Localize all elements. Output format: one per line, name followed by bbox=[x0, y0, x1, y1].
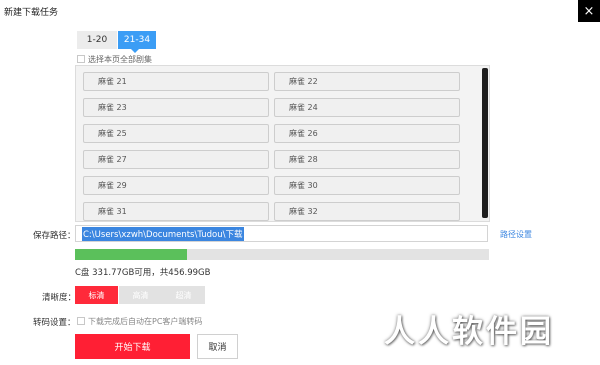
episode-button-24[interactable]: 麻雀 24 bbox=[274, 98, 460, 117]
transcode-option-text: 下载完成后自动在PC客户端转码 bbox=[88, 317, 203, 326]
episode-button-30[interactable]: 麻雀 30 bbox=[274, 176, 460, 195]
quality-label: 清晰度： bbox=[42, 293, 77, 303]
quality-high-button[interactable]: 高清 bbox=[119, 286, 162, 304]
transcode-checkbox[interactable] bbox=[77, 317, 85, 325]
episode-button-25[interactable]: 麻雀 25 bbox=[83, 124, 269, 143]
quality-standard-button[interactable]: 标清 bbox=[75, 286, 118, 304]
episode-button-23[interactable]: 麻雀 23 bbox=[83, 98, 269, 117]
disk-space-info: C盘 331.77GB可用，共456.99GB bbox=[75, 268, 211, 278]
select-all-label: 选择本页全部剧集 bbox=[88, 55, 152, 64]
dialog-title: 新建下载任务 bbox=[4, 8, 59, 18]
episode-button-26[interactable]: 麻雀 26 bbox=[274, 124, 460, 143]
cancel-button[interactable]: 取消 bbox=[197, 334, 238, 359]
episode-list: 麻雀 21 麻雀 22 麻雀 23 麻雀 24 麻雀 25 麻雀 26 麻雀 2… bbox=[75, 65, 490, 222]
close-button[interactable]: × bbox=[578, 0, 600, 22]
episode-button-32[interactable]: 麻雀 32 bbox=[274, 202, 460, 221]
tab-range-1-20[interactable]: 1-20 bbox=[77, 31, 117, 49]
episode-button-21[interactable]: 麻雀 21 bbox=[83, 72, 269, 91]
episode-button-27[interactable]: 麻雀 27 bbox=[83, 150, 269, 169]
disk-usage-bar bbox=[75, 249, 489, 260]
episode-button-31[interactable]: 麻雀 31 bbox=[83, 202, 269, 221]
watermark: 人人软件园 bbox=[384, 314, 554, 350]
episode-button-29[interactable]: 麻雀 29 bbox=[83, 176, 269, 195]
episode-button-28[interactable]: 麻雀 28 bbox=[274, 150, 460, 169]
tab-range-21-34[interactable]: 21-34 bbox=[118, 31, 156, 49]
transcode-label: 转码设置： bbox=[33, 318, 76, 328]
scrollbar-thumb[interactable] bbox=[482, 68, 488, 218]
quality-ultra-button[interactable]: 超清 bbox=[162, 286, 205, 304]
disk-usage-fill bbox=[75, 249, 187, 260]
episode-button-22[interactable]: 麻雀 22 bbox=[274, 72, 460, 91]
tab-pointer-icon bbox=[131, 49, 139, 53]
start-download-button[interactable]: 开始下载 bbox=[75, 334, 190, 359]
path-settings-link[interactable]: 路径设置 bbox=[500, 229, 532, 240]
save-path-value: C:\Users\xzwh\Documents\Tudou\下载 bbox=[82, 226, 244, 241]
select-all-checkbox[interactable] bbox=[77, 55, 85, 63]
save-path-label: 保存路径： bbox=[33, 231, 76, 241]
save-path-input[interactable]: C:\Users\xzwh\Documents\Tudou\下载 bbox=[75, 225, 488, 242]
close-icon: × bbox=[583, 3, 595, 19]
